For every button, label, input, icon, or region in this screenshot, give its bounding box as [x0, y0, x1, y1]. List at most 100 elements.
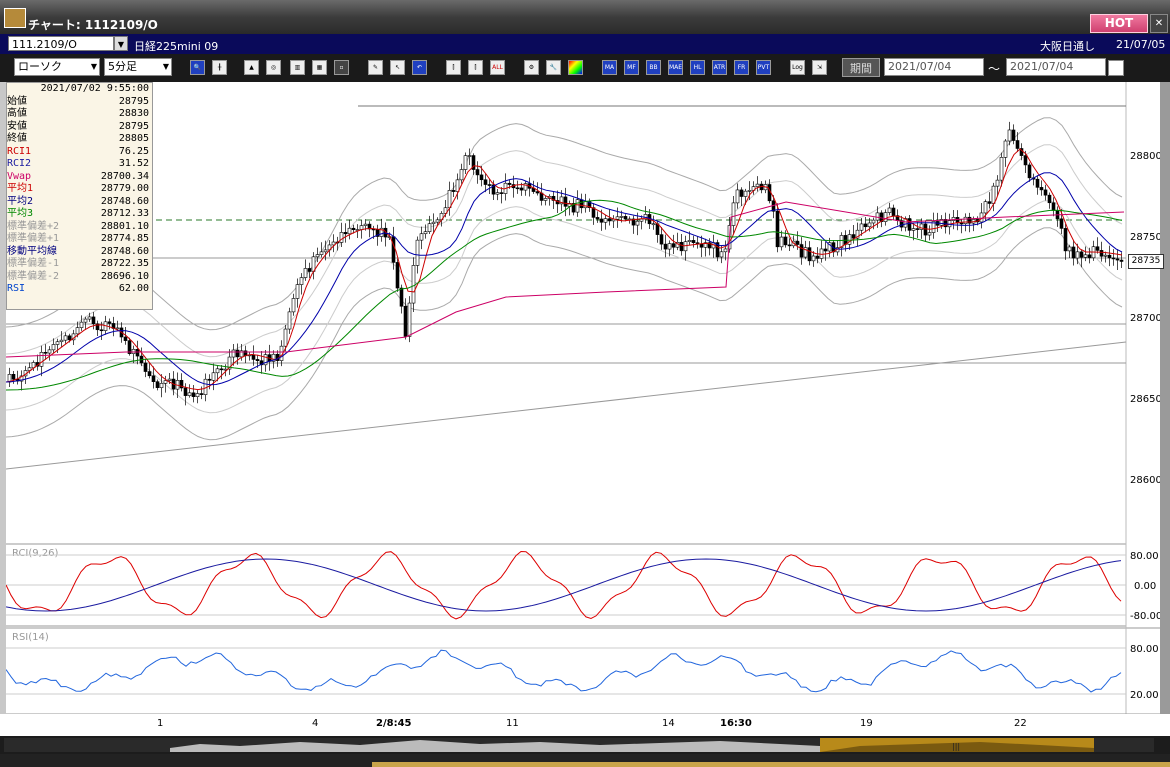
candle-body: [303, 268, 308, 278]
candle-body: [915, 228, 920, 230]
pointer-icon[interactable]: ↖: [390, 60, 405, 75]
candle-body: [515, 187, 520, 190]
draw-tool-icon-1[interactable]: ▲: [244, 60, 259, 75]
candle-body: [1051, 202, 1056, 211]
candle-body: [1003, 140, 1008, 158]
time-axis: 1 4 2/8:45 11 14 16:30 19 22: [0, 714, 1170, 736]
candle-body: [563, 196, 568, 207]
rci-tick: 0.00: [1134, 581, 1156, 592]
right-scroll-strip[interactable]: [1160, 82, 1170, 714]
hl-button[interactable]: HL: [690, 60, 705, 75]
mf-button[interactable]: MF: [624, 60, 639, 75]
candle-body: [699, 243, 704, 248]
undo-icon[interactable]: ↶: [412, 60, 427, 75]
zoom-icon[interactable]: 🔍: [190, 60, 205, 75]
fr-button[interactable]: FR: [734, 60, 749, 75]
candle-body: [671, 243, 676, 248]
candle-body: [1043, 189, 1048, 196]
candle-body: [867, 222, 872, 228]
candle-body: [599, 218, 604, 223]
info-row: RSI 62.00: [7, 283, 152, 296]
bb-button[interactable]: BB: [646, 60, 661, 75]
candle-body: [299, 277, 304, 285]
candle-icon[interactable]: ⫿: [446, 60, 461, 75]
draw-tool-icon-4[interactable]: ▦: [312, 60, 327, 75]
info-row: 移動平均線 28748.60: [7, 246, 152, 259]
candle-body: [255, 359, 260, 362]
instrument-name: 日経225mini 09: [134, 40, 219, 53]
wrench-icon[interactable]: 🔧: [546, 60, 561, 75]
candle-body: [463, 155, 468, 170]
info-row: 標準偏差+1 28774.85: [7, 233, 152, 246]
interval-select[interactable]: 5分足 ▼: [104, 58, 172, 76]
symbol-input[interactable]: 111.2109/O: [8, 36, 114, 51]
rsi-line: [5, 649, 1122, 693]
chart-canvas[interactable]: 28800 28750 28700 28650 28600 RCI(9,26) …: [5, 82, 1162, 715]
settings-icon[interactable]: ⚙: [524, 60, 539, 75]
export-icon[interactable]: ⇲: [812, 60, 827, 75]
all-icon[interactable]: ALL: [490, 60, 505, 75]
atr-button[interactable]: ATR: [712, 60, 727, 75]
chart-area[interactable]: 28800 28750 28700 28650 28600 RCI(9,26) …: [5, 82, 1162, 715]
grip-icon[interactable]: |||: [952, 742, 960, 751]
app-icon: [4, 8, 26, 28]
color-icon[interactable]: [568, 60, 583, 75]
info-row: 高値 28830: [7, 108, 152, 121]
candle-body: [451, 190, 456, 192]
bar-icon[interactable]: ⫿: [468, 60, 483, 75]
info-row-value: 28795: [118, 120, 149, 132]
candle-body: [1071, 246, 1076, 259]
close-icon[interactable]: ✕: [1150, 14, 1168, 33]
candle-body: [251, 354, 256, 360]
candle-body: [419, 233, 424, 241]
candle-body: [455, 179, 460, 192]
window-title: チャート: 1112109/O: [28, 18, 158, 32]
candle-body: [99, 329, 104, 332]
ma1-line: [5, 148, 1123, 391]
rci-tick: -80.00: [1130, 611, 1160, 622]
candle-body: [1039, 187, 1044, 191]
moving-averages: [5, 148, 1125, 391]
price-tick: 28700: [1130, 313, 1160, 324]
candle-body: [595, 217, 600, 220]
crosshair-icon[interactable]: ╂: [212, 60, 227, 75]
candle-body: [407, 302, 412, 337]
pvt-button[interactable]: PVT: [756, 60, 771, 75]
date-range-separator: 〜: [988, 62, 1001, 76]
mae-button[interactable]: MAE: [668, 60, 683, 75]
candle-body: [583, 201, 588, 209]
pen-icon[interactable]: ✎: [368, 60, 383, 75]
candle-body: [811, 255, 816, 262]
draw-tool-icon-3[interactable]: ▥: [290, 60, 305, 75]
period-button[interactable]: 期間: [842, 58, 880, 77]
candle-body: [543, 198, 548, 201]
candle-body: [859, 223, 864, 231]
candle-body: [959, 222, 964, 225]
candle-body: [743, 190, 748, 197]
candle-body: [79, 321, 84, 328]
draw-tool-icon-5[interactable]: ▫: [334, 60, 349, 75]
candle-body: [123, 336, 128, 341]
time-label: 14: [662, 718, 675, 729]
draw-tool-icon-2[interactable]: ◎: [266, 60, 281, 75]
chart-type-select[interactable]: ローソク ▼: [14, 58, 100, 76]
rsi-label: RSI(14): [12, 632, 49, 643]
date-from-input[interactable]: 2021/07/04: [884, 58, 984, 76]
info-row-label: 平均3: [7, 208, 34, 219]
chart-type-value: ローソク: [18, 60, 62, 73]
toolbar: ローソク ▼ 5分足 ▼ 🔍 ╂ ▲ ◎ ▥ ▦ ▫ ✎ ↖ ↶ ⫿ ⫿ ALL ⚙…: [0, 54, 1170, 82]
symbol-dropdown-icon[interactable]: ▼: [114, 36, 128, 51]
candle-body: [679, 242, 684, 252]
trend-line: [5, 341, 1127, 470]
candle-body: [467, 155, 472, 157]
date-to-input[interactable]: 2021/07/04: [1006, 58, 1106, 76]
ma-button[interactable]: MA: [602, 60, 617, 75]
candle-body: [435, 219, 440, 223]
date-checkbox[interactable]: [1108, 60, 1124, 76]
candle-body: [363, 223, 368, 226]
scrollbar[interactable]: |||: [0, 736, 1170, 754]
time-label: 11: [506, 718, 519, 729]
hot-button[interactable]: HOT: [1090, 14, 1148, 33]
candle-body: [1063, 228, 1068, 252]
log-button[interactable]: Log: [790, 60, 805, 75]
